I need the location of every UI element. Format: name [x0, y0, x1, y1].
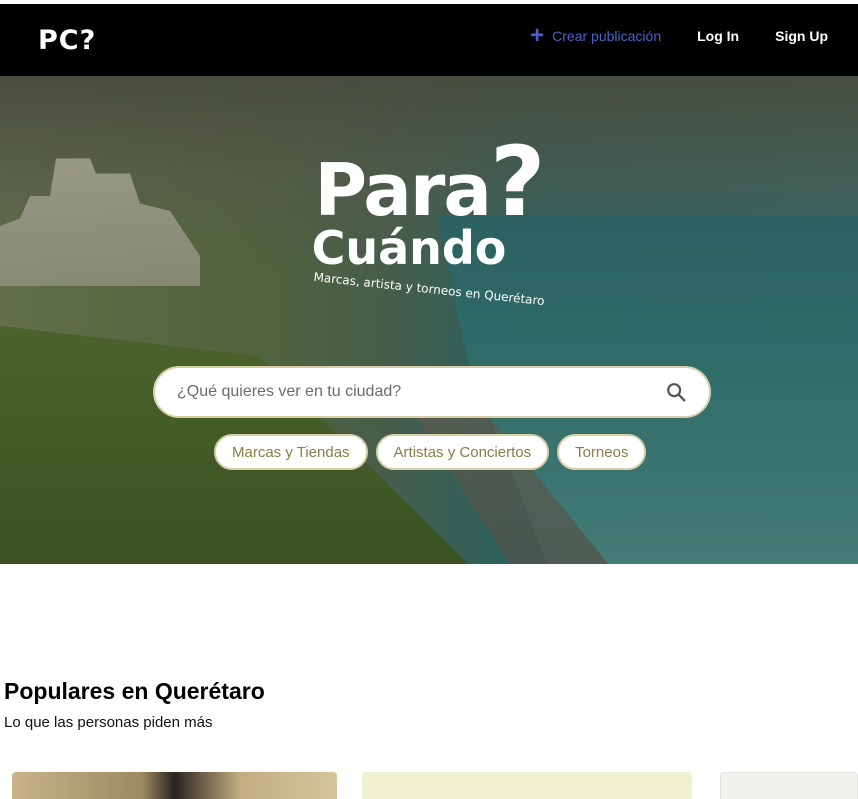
- plus-icon: +: [530, 22, 545, 49]
- event-card[interactable]: [720, 772, 858, 799]
- popular-cards-row: [0, 772, 858, 799]
- chip-artistas-conciertos[interactable]: Artistas y Conciertos: [375, 434, 550, 470]
- create-post-label: Crear publicación: [552, 28, 662, 44]
- create-post-button[interactable]: + Crear publicación: [530, 22, 662, 49]
- event-card[interactable]: [362, 772, 692, 799]
- hero-banner: Para? Cuándo Marcas, artista y torneos e…: [0, 76, 858, 564]
- brand-line1: Para?: [0, 134, 858, 230]
- navbar: PC? + Crear publicación Log In Sign Up: [0, 4, 858, 76]
- brand-wordmark: Para? Cuándo Marcas, artista y torneos e…: [0, 134, 858, 308]
- nav-actions: + Crear publicación Log In Sign Up: [530, 22, 828, 49]
- logo[interactable]: PC?: [38, 24, 96, 56]
- popular-section-subtitle: Lo que las personas piden más: [4, 714, 213, 731]
- popular-section-title: Populares en Querétaro: [4, 678, 265, 704]
- chip-torneos[interactable]: Torneos: [557, 434, 647, 470]
- logo-text: PC?: [38, 24, 97, 56]
- login-link[interactable]: Log In: [697, 28, 739, 44]
- search-input[interactable]: [177, 383, 665, 401]
- brand-line1-text: Para: [314, 148, 492, 232]
- signup-link[interactable]: Sign Up: [775, 28, 828, 44]
- event-card[interactable]: [12, 772, 337, 799]
- category-chips: Marcas y Tiendas Artistas y Conciertos T…: [214, 434, 647, 470]
- search-icon[interactable]: [665, 381, 687, 403]
- chip-marcas-tiendas[interactable]: Marcas y Tiendas: [214, 434, 368, 470]
- brand-line2: Cuándo: [311, 221, 507, 275]
- search-bar: [153, 366, 711, 418]
